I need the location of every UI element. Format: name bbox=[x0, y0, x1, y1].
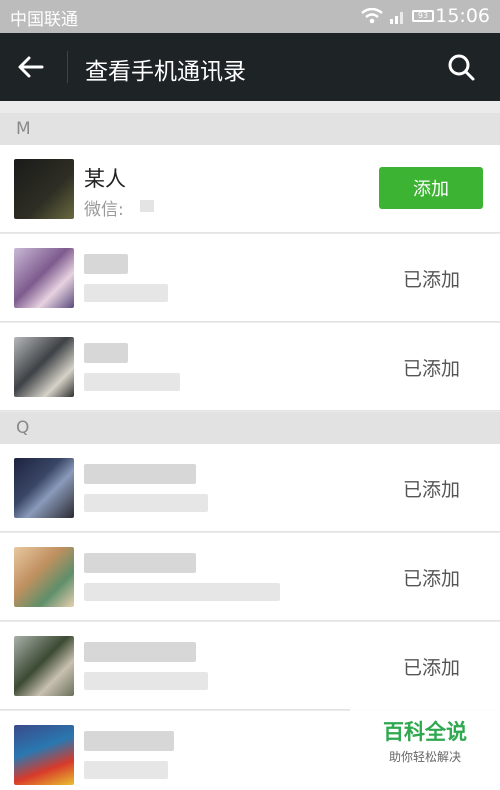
contact-wechat-id: 微信: bbox=[84, 200, 124, 220]
battery-icon: 93 bbox=[412, 10, 434, 22]
back-arrow-icon bbox=[18, 56, 44, 78]
search-button[interactable] bbox=[446, 52, 476, 82]
blurred-name bbox=[84, 343, 128, 363]
blurred-name bbox=[84, 254, 128, 274]
contact-row[interactable]: 某人 微信: 添加 bbox=[0, 145, 500, 233]
added-status: 已添加 bbox=[402, 657, 460, 679]
blurred-name bbox=[84, 553, 196, 573]
watermark-logo: 百科全说 助你轻松解决 bbox=[350, 708, 500, 790]
blurred-detail bbox=[84, 373, 180, 391]
avatar bbox=[14, 725, 74, 785]
contact-row[interactable]: 已添加 bbox=[0, 323, 500, 411]
blurred-id bbox=[140, 200, 154, 212]
contact-row[interactable]: 已添加 bbox=[0, 622, 500, 710]
section-header-m: M bbox=[0, 113, 500, 145]
blurred-detail bbox=[84, 583, 280, 601]
watermark-subtitle: 助你轻松解决 bbox=[388, 750, 461, 764]
added-status: 已添加 bbox=[402, 568, 460, 590]
watermark-title: 百科全说 bbox=[383, 720, 467, 744]
contact-row[interactable]: 已添加 bbox=[0, 533, 500, 621]
added-status: 已添加 bbox=[402, 269, 460, 291]
blurred-name bbox=[84, 642, 196, 662]
avatar bbox=[14, 248, 74, 308]
added-status: 已添加 bbox=[402, 358, 460, 380]
avatar bbox=[14, 159, 74, 219]
blurred-detail bbox=[84, 494, 208, 512]
page-title: 查看手机通讯录 bbox=[85, 59, 246, 85]
contact-name: 某人 bbox=[84, 167, 126, 191]
avatar bbox=[14, 337, 74, 397]
wifi-icon bbox=[361, 8, 383, 24]
blurred-detail bbox=[84, 672, 208, 690]
back-button[interactable] bbox=[16, 53, 46, 81]
status-icons bbox=[361, 8, 405, 24]
section-header-q: Q bbox=[0, 412, 500, 444]
add-button[interactable]: 添加 bbox=[379, 167, 483, 209]
title-divider bbox=[67, 51, 68, 83]
clock: 15:06 bbox=[435, 5, 490, 27]
contact-row[interactable]: 已添加 bbox=[0, 234, 500, 322]
contact-row[interactable]: 已添加 bbox=[0, 444, 500, 532]
signal-icon bbox=[390, 12, 403, 24]
avatar bbox=[14, 547, 74, 607]
carrier-label: 中国联通 bbox=[10, 10, 78, 30]
avatar bbox=[14, 458, 74, 518]
search-icon bbox=[448, 54, 475, 81]
added-status: 已添加 bbox=[402, 479, 460, 501]
blurred-detail bbox=[84, 284, 168, 302]
title-bar: 查看手机通讯录 bbox=[0, 33, 500, 101]
blurred-name bbox=[84, 464, 196, 484]
blurred-name bbox=[84, 731, 174, 751]
battery-level: 93 bbox=[417, 11, 429, 20]
status-bar: 中国联通 93 15:06 bbox=[0, 0, 500, 33]
blurred-detail bbox=[84, 761, 168, 779]
avatar bbox=[14, 636, 74, 696]
